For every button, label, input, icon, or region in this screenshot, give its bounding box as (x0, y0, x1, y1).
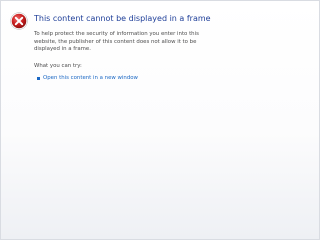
open-in-new-window-label: Open this content in a new window (43, 75, 138, 81)
page-title: This content cannot be displayed in a fr… (34, 14, 211, 23)
try-section-label: What you can try: (34, 63, 82, 69)
open-in-new-window-link[interactable]: Open this content in a new window (37, 75, 138, 82)
bullet-icon (37, 77, 40, 80)
error-description: To help protect the security of informat… (34, 31, 199, 53)
error-x-icon (10, 12, 28, 30)
